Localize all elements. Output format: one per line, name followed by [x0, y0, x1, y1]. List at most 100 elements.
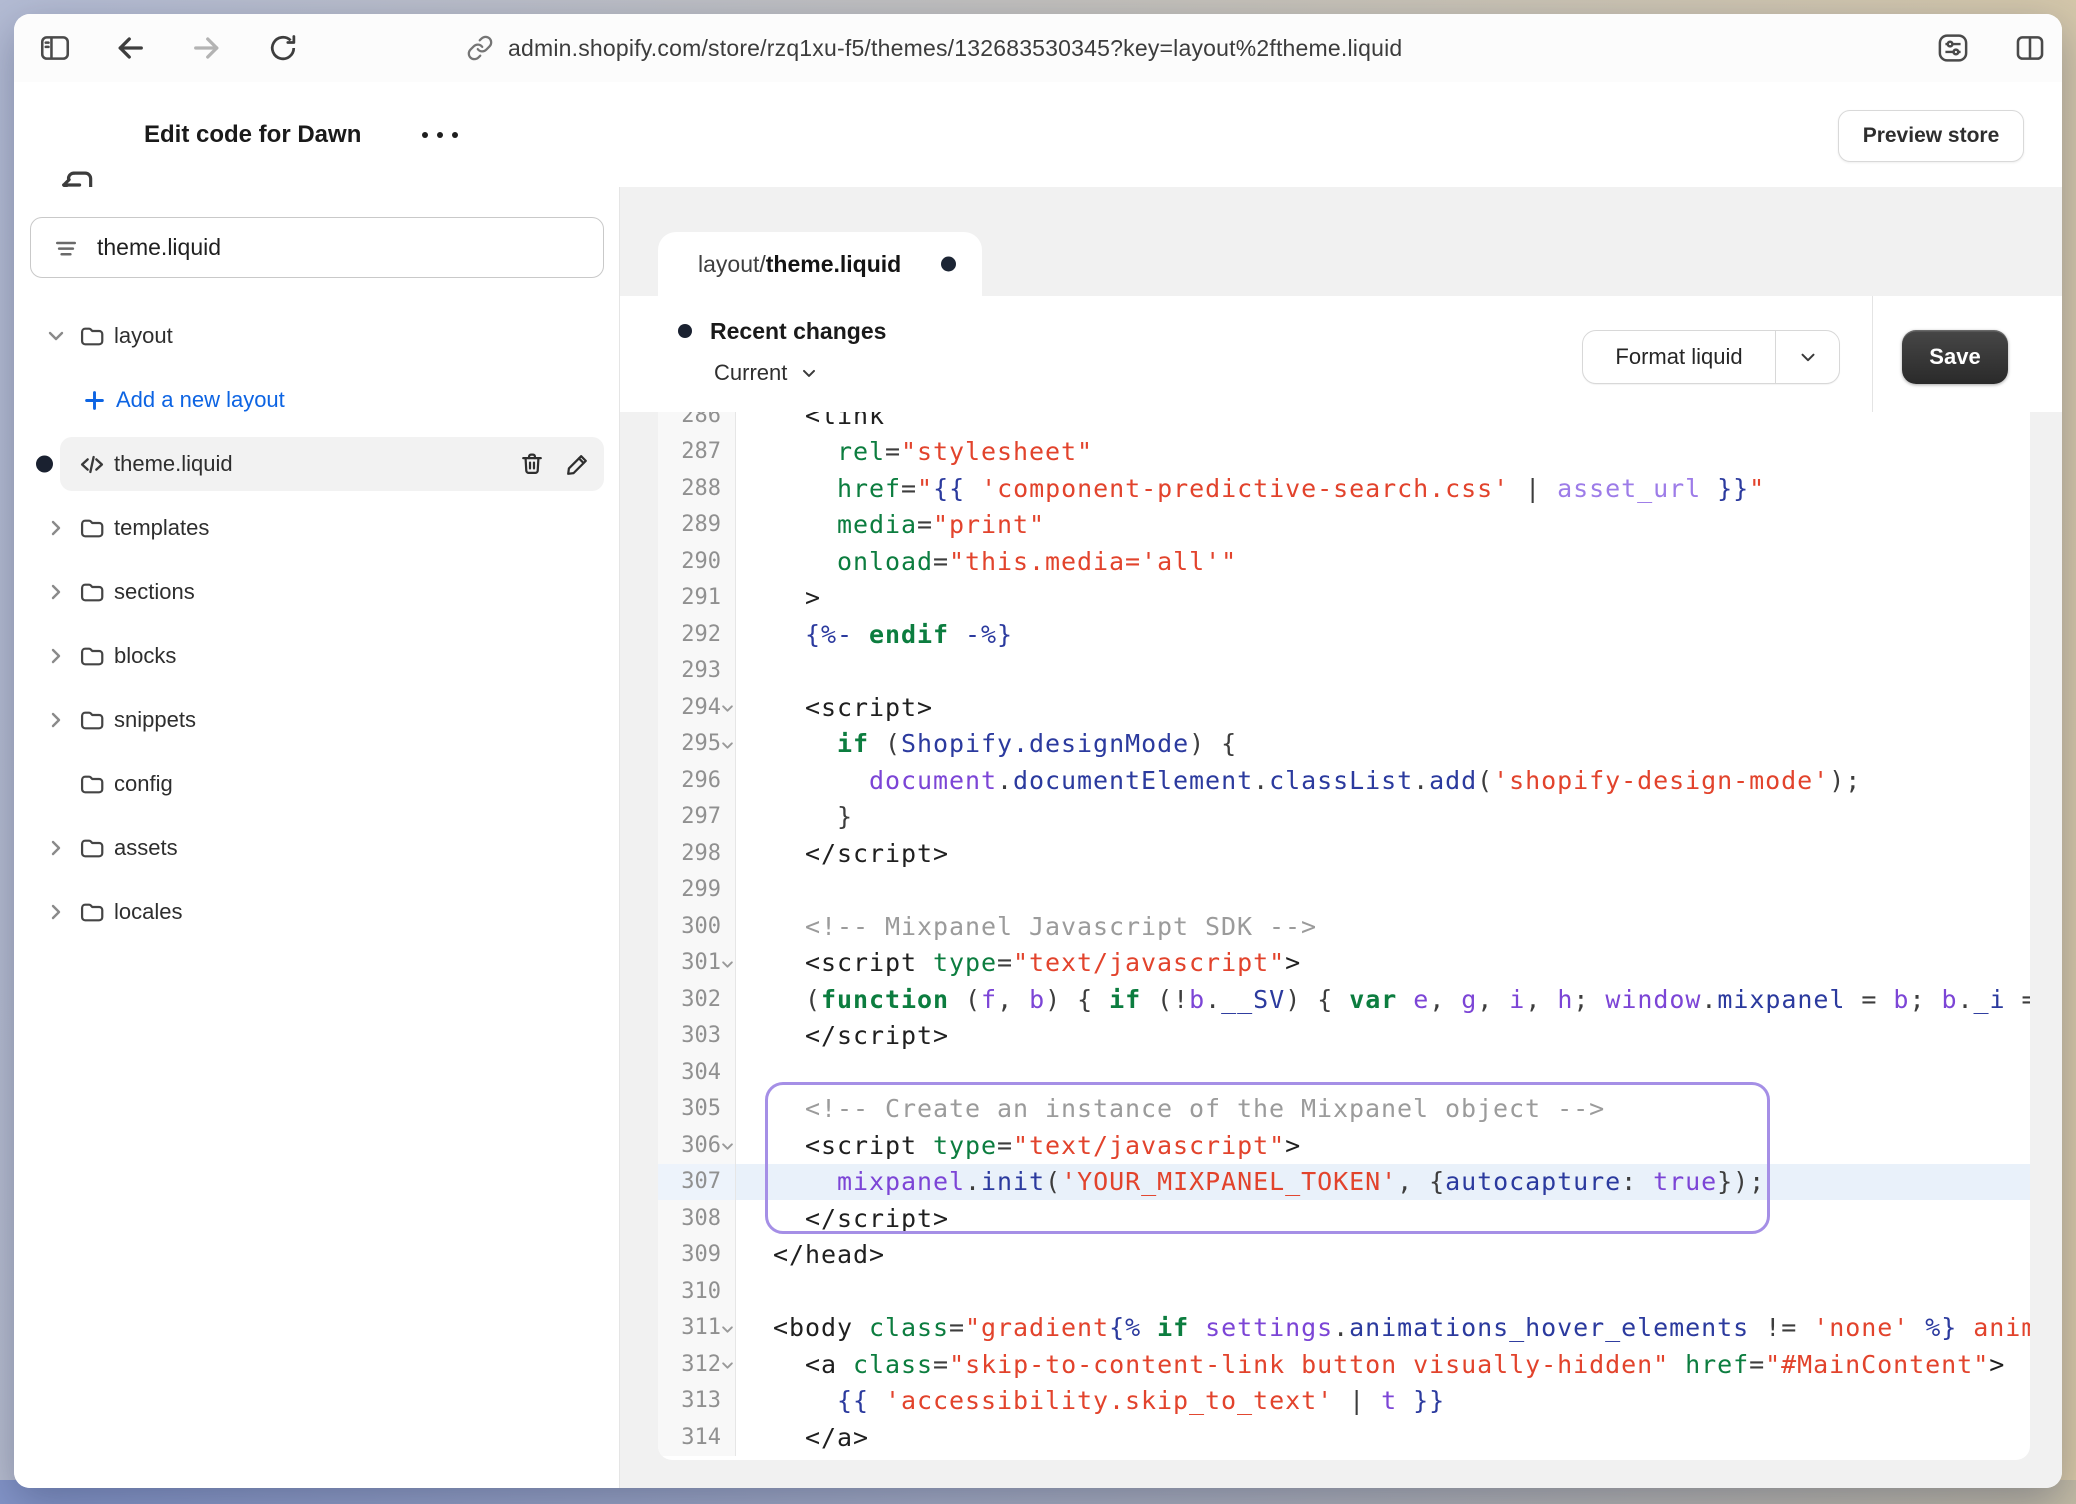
code-line-304[interactable]: 304 [658, 1054, 2030, 1091]
sidebar-item-theme-liquid[interactable]: theme.liquid [60, 437, 604, 491]
code-line-291[interactable]: 291 > [658, 580, 2030, 617]
code-line-308[interactable]: 308 </script> [658, 1200, 2030, 1237]
fold-chevron-icon[interactable] [720, 1139, 735, 1154]
code-line-297[interactable]: 297 } [658, 799, 2030, 836]
sidebar-toggle-icon[interactable] [38, 31, 72, 65]
code-content[interactable]: <a class="skip-to-content-link button vi… [736, 1350, 2005, 1379]
code-line-300[interactable]: 300 <!-- Mixpanel Javascript SDK --> [658, 908, 2030, 945]
sidebar-item-snippets[interactable]: snippets [30, 693, 604, 747]
forward-icon[interactable] [189, 30, 225, 66]
code-content[interactable]: </head> [736, 1240, 885, 1269]
code-content[interactable]: <body class="gradient{% if settings.anim… [736, 1313, 2030, 1342]
code-line-310[interactable]: 310 [658, 1273, 2030, 1310]
delete-icon[interactable] [518, 449, 546, 479]
chevron-down-icon[interactable] [44, 324, 68, 348]
code-line-286[interactable]: 286 <link [658, 412, 2030, 434]
sidebar-add-layout[interactable]: Add a new layout [30, 373, 604, 427]
plus-icon [80, 387, 108, 414]
code-line-303[interactable]: 303 </script> [658, 1018, 2030, 1055]
format-options-caret[interactable] [1775, 331, 1839, 383]
code-line-298[interactable]: 298 </script> [658, 835, 2030, 872]
code-line-305[interactable]: 305 <!-- Create an instance of the Mixpa… [658, 1091, 2030, 1128]
more-options-icon[interactable] [412, 122, 468, 148]
code-content[interactable]: {%- endif -%} [736, 620, 1013, 649]
code-content[interactable]: if (Shopify.designMode) { [736, 729, 1237, 758]
chevron-right-icon[interactable] [44, 836, 68, 860]
code-content[interactable]: <link [736, 412, 885, 430]
code-line-294[interactable]: 294 <script> [658, 689, 2030, 726]
code-line-307[interactable]: 307 mixpanel.init('YOUR_MIXPANEL_TOKEN',… [658, 1164, 2030, 1201]
sidebar-item-config[interactable]: config [30, 757, 604, 811]
line-number: 305 [658, 1091, 736, 1128]
page-settings-icon[interactable] [1936, 31, 1971, 66]
address-bar[interactable]: admin.shopify.com/store/rzq1xu-f5/themes… [508, 14, 1402, 82]
edit-icon[interactable] [564, 449, 592, 479]
fold-chevron-icon[interactable] [720, 701, 735, 716]
sidebar-item-sections[interactable]: sections [30, 565, 604, 619]
code-content[interactable]: <!-- Mixpanel Javascript SDK --> [736, 912, 1317, 941]
code-content[interactable]: onload="this.media='all'" [736, 547, 1237, 576]
code-content[interactable]: </script> [736, 1204, 949, 1233]
code-content[interactable]: </script> [736, 1021, 949, 1050]
reload-icon[interactable] [267, 32, 300, 65]
file-sidebar: theme.liquid layout Add a new layout theme… [14, 187, 620, 1488]
chevron-right-icon[interactable] [44, 516, 68, 540]
fold-chevron-icon[interactable] [720, 737, 735, 752]
code-content[interactable]: mixpanel.init('YOUR_MIXPANEL_TOKEN', {au… [736, 1167, 1765, 1196]
chevron-right-icon[interactable] [44, 644, 68, 668]
version-selector[interactable]: Current [714, 358, 886, 388]
sidebar-item-assets[interactable]: assets [30, 821, 604, 875]
save-button[interactable]: Save [1902, 330, 2008, 384]
format-liquid-button[interactable]: Format liquid [1582, 330, 1840, 384]
sidebar-item-blocks[interactable]: blocks [30, 629, 604, 683]
code-line-293[interactable]: 293 [658, 653, 2030, 690]
sidebar-item-templates[interactable]: templates [30, 501, 604, 555]
tab-theme-liquid[interactable]: layout/theme.liquid [658, 232, 982, 296]
fold-chevron-icon[interactable] [720, 1321, 735, 1336]
chevron-right-icon[interactable] [44, 708, 68, 732]
file-search-input[interactable]: theme.liquid [30, 217, 604, 278]
code-content[interactable]: media="print" [736, 510, 1045, 539]
code-content[interactable]: > [736, 583, 821, 612]
code-content[interactable]: } [736, 802, 853, 831]
code-content[interactable]: <script> [736, 693, 933, 722]
code-line-295[interactable]: 295 if (Shopify.designMode) { [658, 726, 2030, 763]
fold-chevron-icon[interactable] [720, 956, 735, 971]
code-line-287[interactable]: 287 rel="stylesheet" [658, 434, 2030, 471]
chevron-right-icon[interactable] [44, 900, 68, 924]
code-line-289[interactable]: 289 media="print" [658, 507, 2030, 544]
code-line-312[interactable]: 312 <a class="skip-to-content-link butto… [658, 1346, 2030, 1383]
code-content[interactable]: (function (f, b) { if (!b.__SV) { var e,… [736, 985, 2030, 1014]
line-number: 312 [658, 1346, 736, 1383]
code-content[interactable]: </script> [736, 839, 949, 868]
code-content[interactable]: <script type="text/javascript"> [736, 1131, 1301, 1160]
code-line-306[interactable]: 306 <script type="text/javascript"> [658, 1127, 2030, 1164]
code-line-309[interactable]: 309 </head> [658, 1237, 2030, 1274]
code-line-288[interactable]: 288 href="{{ 'component-predictive-searc… [658, 470, 2030, 507]
code-content[interactable]: <script type="text/javascript"> [736, 948, 1301, 977]
back-icon[interactable] [112, 30, 148, 66]
code-content[interactable]: {{ 'accessibility.skip_to_text' | t }} [736, 1386, 1445, 1415]
code-content[interactable]: <!-- Create an instance of the Mixpanel … [736, 1094, 1605, 1123]
code-line-290[interactable]: 290 onload="this.media='all'" [658, 543, 2030, 580]
recent-changes-label: Recent changes [710, 318, 886, 345]
code-content[interactable]: href="{{ 'component-predictive-search.cs… [736, 474, 1765, 503]
code-editor[interactable]: 286 <link287 rel="stylesheet"288 href="{… [658, 412, 2030, 1460]
code-line-299[interactable]: 299 [658, 872, 2030, 909]
code-line-311[interactable]: 311 <body class="gradient{% if settings.… [658, 1310, 2030, 1347]
fold-chevron-icon[interactable] [720, 1358, 735, 1373]
code-content[interactable]: document.documentElement.classList.add('… [736, 766, 1861, 795]
code-line-302[interactable]: 302 (function (f, b) { if (!b.__SV) { va… [658, 981, 2030, 1018]
sidebar-item-layout[interactable]: layout [30, 309, 604, 363]
code-line-313[interactable]: 313 {{ 'accessibility.skip_to_text' | t … [658, 1383, 2030, 1420]
sidebar-item-locales[interactable]: locales [30, 885, 604, 939]
code-line-296[interactable]: 296 document.documentElement.classList.a… [658, 762, 2030, 799]
code-line-292[interactable]: 292 {%- endif -%} [658, 616, 2030, 653]
code-content[interactable]: rel="stylesheet" [736, 437, 1093, 466]
split-view-icon[interactable] [2013, 31, 2047, 65]
code-line-314[interactable]: 314 </a> [658, 1419, 2030, 1456]
preview-store-button[interactable]: Preview store [1838, 110, 2024, 162]
chevron-right-icon[interactable] [44, 580, 68, 604]
code-line-301[interactable]: 301 <script type="text/javascript"> [658, 945, 2030, 982]
code-content[interactable]: </a> [736, 1423, 869, 1452]
